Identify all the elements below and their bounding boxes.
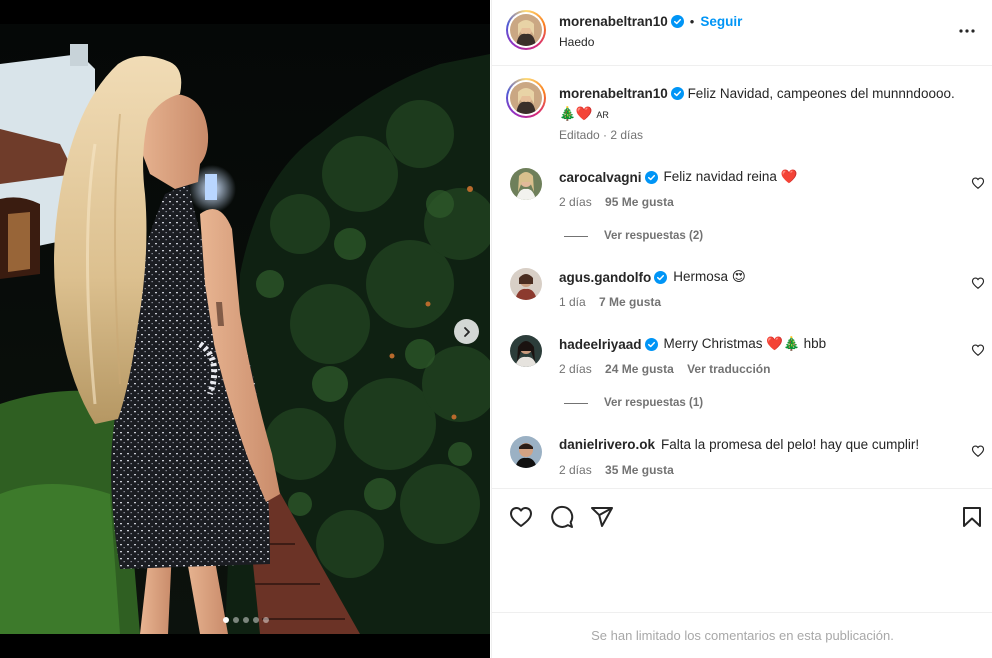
media-bottom-bar — [0, 634, 490, 658]
comment-meta: 2 días 35 Me gusta — [559, 463, 674, 477]
comment-avatar[interactable] — [510, 268, 542, 300]
comment-text: Falta la promesa del pelo! hay que cumpl… — [661, 437, 920, 452]
comment-time[interactable]: 1 día — [559, 295, 586, 309]
comment-text: Merry Christmas ❤️🎄 hbb — [663, 336, 827, 351]
comment-meta: 2 días 95 Me gusta — [559, 195, 674, 209]
post-photo[interactable] — [0, 24, 490, 634]
comment-username[interactable]: hadeelriyaad — [559, 337, 642, 352]
comments-limited-notice: Se han limitado los comentarios en esta … — [492, 612, 992, 658]
view-replies-label: Ver respuestas (1) — [604, 397, 704, 409]
comment-likes[interactable]: 35 Me gusta — [605, 463, 674, 477]
separator-dot: • — [689, 14, 695, 29]
view-replies-label: Ver respuestas (2) — [604, 230, 704, 242]
view-replies-button[interactable]: Ver respuestas (2) — [564, 230, 703, 242]
more-icon[interactable] — [958, 22, 976, 40]
heart-icon[interactable] — [971, 176, 985, 190]
caption-avatar[interactable] — [506, 78, 546, 118]
comment-time[interactable]: 2 días — [559, 195, 592, 209]
verified-icon — [644, 170, 658, 184]
comment-likes[interactable]: 24 Me gusta — [605, 362, 674, 376]
media-pagination — [223, 617, 269, 623]
save-icon[interactable] — [960, 505, 984, 529]
verified-icon — [644, 337, 658, 351]
chevron-right-icon — [463, 326, 470, 337]
heart-icon[interactable] — [971, 276, 985, 290]
action-bar — [492, 488, 992, 544]
comment-meta: 2 días 24 Me gusta Ver traducción — [559, 362, 770, 376]
comment-line: carocalvagni Feliz navidad reina ❤️ — [559, 169, 797, 185]
comment-text: Feliz navidad reina ❤️ — [663, 169, 798, 184]
heart-icon[interactable] — [971, 444, 985, 458]
caption-text: Feliz Navidad, campeones del munnndoooo. — [687, 86, 955, 101]
verified-icon — [654, 270, 668, 284]
next-media-button[interactable] — [454, 319, 479, 344]
comment-icon[interactable] — [550, 505, 574, 529]
comment-avatar[interactable] — [510, 335, 542, 367]
caption-text-block: morenabeltran10 Feliz Navidad, campeones… — [559, 84, 979, 125]
author-username[interactable]: morenabeltran10 — [559, 14, 668, 29]
comment-likes[interactable]: 95 Me gusta — [605, 195, 674, 209]
comment-username[interactable]: carocalvagni — [559, 170, 642, 185]
comment-username[interactable]: agus.gandolfo — [559, 270, 651, 285]
comment-line: danielrivero.ok Falta la promesa del pel… — [559, 437, 919, 452]
author-line: morenabeltran10 • Seguir — [559, 14, 742, 29]
replies-line — [564, 235, 588, 237]
comment-line: hadeelriyaad Merry Christmas ❤️🎄 hbb — [559, 336, 826, 352]
pagination-dot — [223, 617, 229, 623]
comment-time[interactable]: 2 días — [559, 463, 592, 477]
comment-time[interactable]: 2 días — [559, 362, 592, 376]
comment-avatar[interactable] — [510, 168, 542, 200]
comment-text: Hermosa 😍 — [673, 269, 746, 284]
caption-emoji: 🎄❤️ — [559, 106, 593, 121]
comment-likes[interactable]: 7 Me gusta — [599, 295, 661, 309]
media-top-bar — [0, 0, 490, 24]
comment-line: agus.gandolfo Hermosa 😍 — [559, 269, 746, 285]
post-header: morenabeltran10 • Seguir Haedo — [492, 0, 992, 66]
comment-meta: 1 día 7 Me gusta — [559, 295, 661, 309]
author-avatar[interactable] — [506, 10, 546, 50]
pagination-dot — [243, 617, 249, 623]
replies-line — [564, 402, 588, 404]
comment-username[interactable]: danielrivero.ok — [559, 437, 655, 452]
pagination-dot — [253, 617, 259, 623]
pagination-dot — [233, 617, 239, 623]
caption-username[interactable]: morenabeltran10 — [559, 86, 668, 101]
see-translation-button[interactable]: Ver traducción — [687, 362, 770, 376]
caption-flag: AR — [596, 110, 609, 120]
heart-icon[interactable] — [971, 343, 985, 357]
verified-icon — [670, 15, 684, 28]
view-replies-button[interactable]: Ver respuestas (1) — [564, 397, 703, 409]
post-sidebar: morenabeltran10 • Seguir Haedo morenabel… — [491, 0, 992, 658]
photo-illustration — [0, 24, 490, 634]
post-location[interactable]: Haedo — [559, 35, 594, 49]
pagination-dot — [263, 617, 269, 623]
share-icon[interactable] — [590, 505, 614, 529]
heart-icon[interactable] — [509, 505, 533, 529]
follow-button[interactable]: Seguir — [700, 14, 742, 29]
verified-icon — [670, 87, 684, 100]
post-media[interactable] — [0, 0, 490, 658]
caption-meta: Editado · 2 días — [559, 128, 644, 142]
comment-avatar[interactable] — [510, 436, 542, 468]
